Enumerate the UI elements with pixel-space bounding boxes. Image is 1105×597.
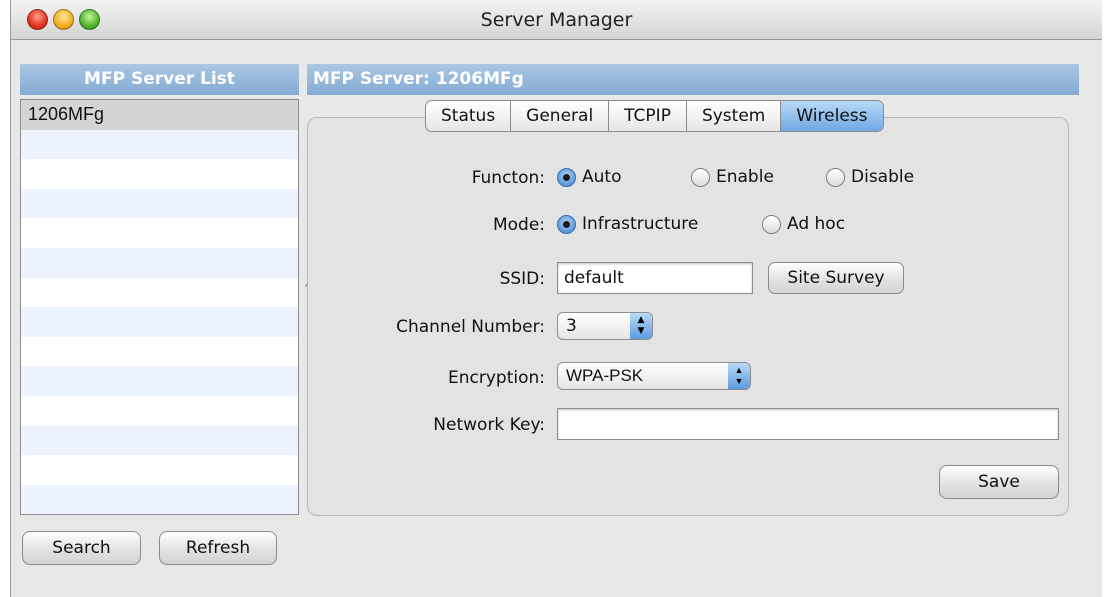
tab-bar: Status General TCPIP System Wireless xyxy=(425,100,884,132)
tab-wireless[interactable]: Wireless xyxy=(781,101,883,131)
mode-label: Mode: xyxy=(492,215,545,235)
ssid-input[interactable]: default xyxy=(557,262,753,294)
server-list-empty-row xyxy=(21,484,298,514)
server-list-empty-row xyxy=(21,159,298,189)
tab-system[interactable]: System xyxy=(687,101,782,131)
save-button[interactable]: Save xyxy=(939,465,1059,499)
refresh-button[interactable]: Refresh xyxy=(159,531,277,565)
encryption-label: Encryption: xyxy=(448,368,545,388)
server-list-header: MFP Server List xyxy=(20,64,299,95)
mode-infrastructure-radio[interactable]: Infrastructure xyxy=(557,214,698,234)
tab-status[interactable]: Status xyxy=(426,101,512,131)
mode-adhoc-radio[interactable]: Ad hoc xyxy=(762,214,845,234)
title-bar[interactable]: Server Manager xyxy=(11,0,1102,40)
function-disable-radio[interactable]: Disable xyxy=(826,167,914,187)
server-list-empty-row xyxy=(21,366,298,396)
function-label: Functon: xyxy=(471,168,545,188)
window-title: Server Manager xyxy=(480,9,633,31)
server-list-empty-row xyxy=(21,307,298,337)
server-list-empty-row xyxy=(21,425,298,456)
radio-selected-icon xyxy=(557,214,576,234)
encryption-select[interactable]: WPA-PSK ▲ ▼ xyxy=(557,362,751,390)
tab-general[interactable]: General xyxy=(511,101,610,131)
function-enable-radio[interactable]: Enable xyxy=(691,167,774,187)
network-key-input[interactable] xyxy=(557,408,1059,440)
server-list-empty-row xyxy=(21,218,298,248)
radio-selected-icon xyxy=(557,167,576,187)
channel-select[interactable]: 3 ▲ ▼ xyxy=(557,312,653,340)
network-key-label: Network Key: xyxy=(433,415,545,435)
dropdown-arrows-icon: ▲ ▼ xyxy=(728,363,750,389)
server-list-empty-row xyxy=(21,277,298,308)
search-button[interactable]: Search xyxy=(22,531,141,565)
tab-tcpip[interactable]: TCPIP xyxy=(609,101,687,131)
function-auto-radio[interactable]: Auto xyxy=(557,167,621,187)
server-list-empty-row xyxy=(21,129,298,160)
channel-number-label: Channel Number: xyxy=(396,317,545,337)
server-list[interactable]: 1206MFg xyxy=(20,99,299,515)
server-detail-header: MFP Server: 1206MFg xyxy=(307,64,1079,95)
ssid-label: SSID: xyxy=(499,269,545,289)
stepper-arrows-icon: ▲ ▼ xyxy=(630,313,652,339)
site-survey-button[interactable]: Site Survey xyxy=(768,262,904,294)
radio-unselected-icon xyxy=(762,214,781,234)
radio-unselected-icon xyxy=(691,167,710,187)
server-list-empty-row xyxy=(21,247,298,278)
server-list-empty-row xyxy=(21,455,298,485)
server-list-empty-row xyxy=(21,395,298,426)
server-list-empty-row xyxy=(21,188,298,219)
server-list-empty-row xyxy=(21,336,298,367)
server-list-item[interactable]: 1206MFg xyxy=(21,100,298,130)
radio-unselected-icon xyxy=(826,167,845,187)
